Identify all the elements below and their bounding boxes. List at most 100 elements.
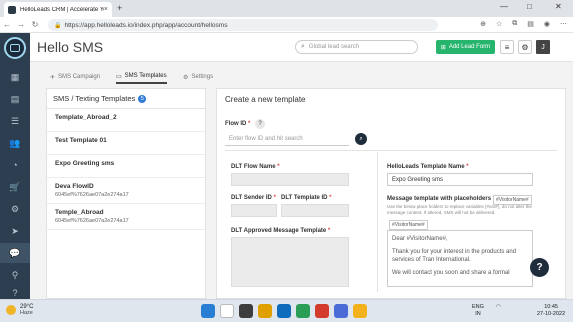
template-name: Deva FlowID <box>55 183 94 190</box>
chrome-icon[interactable] <box>353 304 367 318</box>
sidebar-users-icon[interactable]: 👥 <box>0 133 30 153</box>
dlt-message-textarea[interactable] <box>231 237 349 287</box>
create-template-panel: Create a new template Flow ID * ? Enter … <box>216 88 566 299</box>
edge-icon[interactable] <box>296 304 310 318</box>
form-title: Create a new template <box>225 95 306 104</box>
tab-label: Settings <box>191 74 214 80</box>
start-icon[interactable] <box>201 304 215 318</box>
flow-search-button[interactable]: ⌕ <box>355 133 367 145</box>
task-view-icon[interactable] <box>239 304 253 318</box>
list-view-icon[interactable]: ≡ <box>500 40 514 54</box>
minimize-button[interactable]: — <box>500 2 508 11</box>
close-window-button[interactable]: ✕ <box>555 2 562 11</box>
address-bar: ← → ↻ 🔒 https://app.helloleads.io/index.… <box>0 17 573 33</box>
browser-tab[interactable]: HelloLeads CRM | Accelerate Yo... × <box>4 2 112 17</box>
templates-panel: SMS / Texting Templates 5 Template_Abroa… <box>46 88 206 299</box>
add-lead-form-button[interactable]: ⊞ Add Lead Form <box>436 40 495 54</box>
url-field[interactable]: 🔒 https://app.helloleads.io/index.php/ap… <box>48 19 438 31</box>
template-name: Temple_Abroad <box>55 209 104 216</box>
search-icon: ⌕ <box>301 43 305 50</box>
template-item[interactable]: Test Template 01 <box>47 132 205 155</box>
placeholder-label: Message template with placeholders * <box>387 196 495 202</box>
dlt-template-id-label: DLT Template ID * <box>281 195 332 201</box>
teams-icon[interactable] <box>334 304 348 318</box>
browser-tab-bar: HelloLeads CRM | Accelerate Yo... × + — … <box>0 0 573 17</box>
extensions-icon[interactable]: ⧉ <box>512 20 517 28</box>
sidebar-lists-icon[interactable]: ☰ <box>0 111 30 131</box>
new-tab-button[interactable]: + <box>117 3 122 13</box>
maximize-button[interactable]: □ <box>527 2 532 11</box>
tab-sms-templates[interactable]: ▭ SMS Templates <box>116 70 167 84</box>
file-explorer-icon[interactable] <box>258 304 272 318</box>
sidebar-settings-icon[interactable]: ⚙ <box>0 199 30 219</box>
browser-toolbar: ⊕ ☆ ⧉ ▤ ◉ ⋯ <box>480 20 567 28</box>
page-title: Hello SMS <box>37 39 104 55</box>
template-item[interactable]: Template_Abroad_2 <box>47 109 205 132</box>
zoom-icon[interactable]: ⊕ <box>480 20 486 28</box>
left-sidebar: ▦ ▤ ☰ 👥 ◔ 🛒 ⚙ ➤ 💬 ⚲ ? <box>0 33 30 299</box>
clock[interactable]: 10:45 27-10-2022 <box>537 304 565 318</box>
back-icon[interactable]: ← <box>0 20 14 29</box>
help-icon[interactable]: ? <box>255 119 265 129</box>
settings-gear-icon[interactable]: ⚙ <box>518 40 532 54</box>
app-logo-icon[interactable] <box>4 37 26 59</box>
sidebar-cart-icon[interactable]: 🛒 <box>0 177 30 197</box>
favicon-icon <box>8 5 16 14</box>
search-taskbar-icon[interactable] <box>220 304 234 318</box>
collections-icon[interactable]: ▤ <box>527 20 534 28</box>
wifi-icon[interactable]: ◠ <box>496 304 501 311</box>
dlt-sender-id-input[interactable] <box>231 204 277 217</box>
sidebar-dashboard-icon[interactable]: ▦ <box>0 67 30 87</box>
outlook-icon[interactable] <box>277 304 291 318</box>
placeholder-chip[interactable]: #VisitorName# <box>389 220 428 230</box>
dlt-template-id-input[interactable] <box>281 204 349 217</box>
templates-count-badge: 5 <box>138 94 147 103</box>
dlt-flow-name-label: DLT Flow Name * <box>231 164 280 170</box>
menu-icon[interactable]: ⋯ <box>560 20 567 28</box>
template-name: Expo Greeting sms <box>55 160 115 167</box>
template-item[interactable]: Deva FlowID 6045ef%7626ae07a2e274a17 <box>47 178 205 204</box>
template-flow-id: 6045ef%7626ae07a2e274a17 <box>55 218 129 224</box>
tab-sms-campaign[interactable]: ✈ SMS Campaign <box>50 70 100 84</box>
template-icon: ▭ <box>116 73 122 80</box>
forward-icon[interactable]: → <box>14 20 28 29</box>
placeholder-note: Use the below place holders to replace v… <box>387 204 532 215</box>
profile-icon[interactable]: ◉ <box>544 20 550 28</box>
sidebar-reports-icon[interactable]: ◔ <box>0 155 30 175</box>
message-line: We will contact you soon and share a for… <box>392 270 510 276</box>
tab-label: SMS Templates <box>124 73 167 79</box>
help-chat-button[interactable]: ? <box>530 258 549 277</box>
template-name: Template_Abroad_2 <box>55 114 117 121</box>
template-flow-id: 6045ef%7626ae07a2e274a17 <box>55 192 129 198</box>
dlt-sender-id-label: DLT Sender ID * <box>231 195 276 201</box>
template-item[interactable]: Temple_Abroad 6045ef%7626ae07a2e274a17 <box>47 204 205 230</box>
weather-condition: Haze <box>20 310 33 316</box>
global-lead-search[interactable]: ⌕ Global lead search <box>295 40 418 54</box>
dlt-flow-name-input[interactable] <box>231 173 349 186</box>
star-icon[interactable]: ☆ <box>496 20 502 28</box>
flow-id-label: Flow ID * <box>225 121 251 127</box>
sidebar-integrations-icon[interactable]: ⚲ <box>0 265 30 285</box>
message-template-textarea[interactable]: Dear #VisitorName#, Thank you for your i… <box>387 230 533 287</box>
language-indicator[interactable]: ENG IN <box>472 304 484 318</box>
weather-widget[interactable]: 29°C Haze <box>6 304 33 316</box>
dlt-message-label: DLT Approved Message Template * <box>231 228 331 234</box>
templates-heading-text: SMS / Texting Templates <box>53 94 136 103</box>
app-icon[interactable] <box>315 304 329 318</box>
message-line: Thank you for your interest in the produ… <box>392 249 517 263</box>
tab-close-icon[interactable]: × <box>104 6 108 13</box>
flow-id-input[interactable]: Enter flow ID and hit search <box>225 133 349 146</box>
sidebar-campaign-icon[interactable]: ➤ <box>0 221 30 241</box>
hl-template-name-label: HelloLeads Template Name * <box>387 164 469 170</box>
url-text: https://app.helloleads.io/index.php/app/… <box>64 21 228 29</box>
reload-icon[interactable]: ↻ <box>28 20 42 29</box>
hl-template-name-input[interactable]: Expo Greeting sms <box>387 173 533 186</box>
tab-settings[interactable]: ⚙ Settings <box>183 70 213 84</box>
template-item[interactable]: Expo Greeting sms <box>47 155 205 178</box>
sidebar-leads-icon[interactable]: ▤ <box>0 89 30 109</box>
lock-icon: 🔒 <box>54 22 62 29</box>
avatar[interactable]: J <box>536 40 550 54</box>
message-line: Dear #VisitorName#, <box>392 236 448 242</box>
sidebar-sms-icon[interactable]: 💬 <box>0 243 30 263</box>
gear-icon: ⚙ <box>183 74 189 81</box>
